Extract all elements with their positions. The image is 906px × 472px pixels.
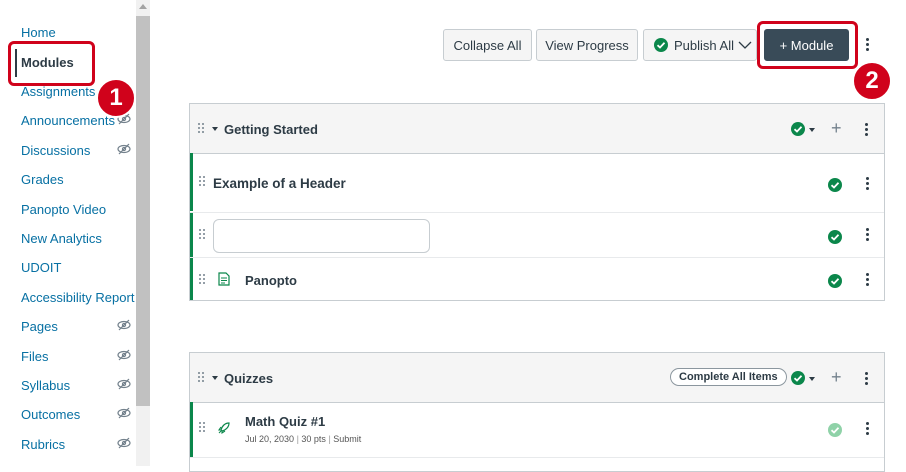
nav-files[interactable]: Files	[21, 349, 48, 364]
module-quizzes: Quizzes Complete All Items + Math Quiz #…	[189, 352, 885, 472]
module-item-quiz[interactable]: Math Quiz #1 Jul 20, 2030 | 30 pts | Sub…	[190, 402, 884, 457]
add-item-icon[interactable]: +	[831, 368, 842, 386]
nav-discussions[interactable]: Discussions	[21, 143, 90, 158]
callout-number-1: 1	[96, 78, 136, 118]
eye-slash-icon	[117, 319, 131, 331]
scroll-up-arrow-icon[interactable]	[139, 4, 147, 9]
nav-new-analytics[interactable]: New Analytics	[21, 231, 102, 246]
published-check-icon	[654, 38, 668, 52]
drag-handle-icon[interactable]	[199, 422, 207, 434]
callout-highlight-add-module	[757, 21, 858, 69]
drag-handle-icon[interactable]	[199, 229, 207, 241]
collapse-all-label: Collapse All	[453, 37, 522, 53]
subheader-title: Example of a Header	[213, 176, 346, 191]
nav-announcements[interactable]: Announcements	[21, 113, 115, 128]
chevron-down-icon	[738, 41, 752, 49]
complete-all-items-badge[interactable]: Complete All Items	[670, 368, 787, 386]
nav-grades[interactable]: Grades	[21, 172, 64, 187]
collapse-all-button[interactable]: Collapse All	[443, 29, 532, 61]
item-title-input[interactable]	[213, 219, 430, 253]
item-title[interactable]: Math Quiz #1	[245, 414, 325, 429]
nav-pages[interactable]: Pages	[21, 319, 58, 334]
drag-handle-icon[interactable]	[199, 274, 207, 286]
nav-home[interactable]: Home	[21, 25, 56, 40]
item-options-icon[interactable]	[866, 273, 870, 288]
sidebar-scrollbar-thumb[interactable]	[136, 16, 150, 406]
item-options-icon[interactable]	[866, 422, 870, 437]
eye-slash-icon	[117, 143, 131, 155]
module-getting-started: Getting Started + Example of a Header Pa…	[189, 103, 885, 301]
module-header[interactable]: Getting Started +	[190, 104, 884, 154]
collapse-caret-icon[interactable]	[212, 376, 218, 380]
nav-syllabus[interactable]: Syllabus	[21, 378, 70, 393]
module-options-icon[interactable]	[865, 123, 869, 138]
publish-all-label: Publish All	[674, 37, 734, 53]
published-check-icon[interactable]	[791, 371, 805, 385]
module-header[interactable]: Quizzes Complete All Items +	[190, 353, 884, 403]
published-check-icon[interactable]	[791, 122, 805, 136]
module-item-edit	[190, 213, 884, 257]
drag-handle-icon[interactable]	[198, 372, 206, 384]
callout-highlight-modules	[8, 41, 95, 86]
eye-slash-icon	[117, 349, 131, 361]
callout-number-2: 2	[852, 61, 892, 101]
nav-assignments[interactable]: Assignments	[21, 84, 95, 99]
nav-panopto-video[interactable]: Panopto Video	[21, 202, 106, 217]
published-check-icon[interactable]	[828, 230, 842, 244]
page-document-icon	[218, 272, 230, 286]
submit-requirement: Submit	[333, 434, 362, 444]
module-options-icon[interactable]	[865, 372, 869, 387]
nav-udoit[interactable]: UDOIT	[21, 260, 61, 275]
eye-slash-icon	[117, 437, 131, 449]
module-title[interactable]: Getting Started	[224, 122, 318, 137]
add-item-icon[interactable]: +	[831, 119, 842, 137]
publish-menu-caret-icon[interactable]	[809, 377, 815, 381]
module-item-page[interactable]: Panopto	[190, 258, 884, 300]
view-progress-label: View Progress	[545, 37, 629, 53]
module-title[interactable]: Quizzes	[224, 371, 273, 386]
publish-menu-caret-icon[interactable]	[809, 128, 815, 132]
module-item-header: Example of a Header	[190, 153, 884, 211]
due-date: Jul 20, 2030	[245, 434, 295, 444]
published-check-icon[interactable]	[828, 274, 842, 288]
nav-accessibility-report[interactable]: Accessibility Report	[21, 290, 134, 305]
drag-handle-icon[interactable]	[198, 123, 206, 135]
view-progress-button[interactable]: View Progress	[536, 29, 638, 61]
published-check-icon[interactable]	[828, 178, 842, 192]
item-details: Jul 20, 2030 | 30 pts | Submit	[245, 434, 362, 444]
nav-rubrics[interactable]: Rubrics	[21, 437, 65, 452]
quiz-rocket-icon	[217, 422, 230, 435]
item-options-icon[interactable]	[866, 228, 870, 243]
divider	[190, 457, 884, 458]
eye-slash-icon	[117, 378, 131, 390]
nav-outcomes[interactable]: Outcomes	[21, 407, 80, 422]
publish-all-button[interactable]: Publish All	[643, 29, 757, 61]
collapse-caret-icon[interactable]	[212, 127, 218, 131]
item-options-icon[interactable]	[866, 177, 870, 192]
eye-slash-icon	[117, 407, 131, 419]
drag-handle-icon[interactable]	[199, 176, 207, 188]
points: 30 pts	[301, 434, 326, 444]
published-check-icon[interactable]	[828, 423, 842, 437]
more-options-icon[interactable]	[866, 38, 870, 53]
item-title[interactable]: Panopto	[245, 273, 297, 288]
